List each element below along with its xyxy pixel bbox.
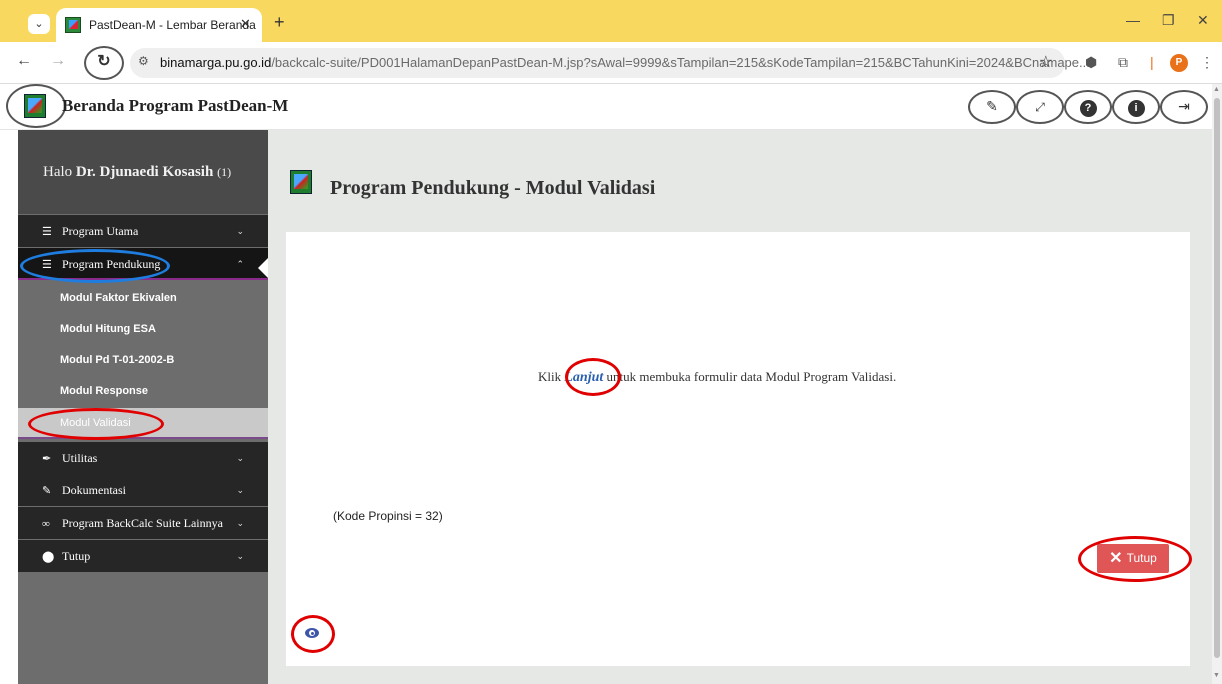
logout-button[interactable]: ⇥ (1160, 90, 1208, 124)
url-path: /backcalc-suite/PD001HalamanDepanPastDea… (271, 55, 1090, 70)
sidebar-item-label: Tutup (62, 549, 91, 563)
submenu-modul-response[interactable]: Modul Response (18, 376, 268, 407)
sidebar: Halo Dr. Djunaedi Kosasih (1) ☰ Program U… (18, 130, 268, 684)
app-title: Beranda Program PastDean-M (62, 96, 289, 115)
submenu-modul-pd-t-01-2002-b[interactable]: Modul Pd T-01-2002-B (18, 345, 268, 376)
page-title: Program Pendukung - Modul Validasi (330, 177, 656, 199)
chevron-down-icon: ⌄ (236, 485, 244, 495)
tab-favicon-icon (65, 17, 81, 33)
chevron-up-icon: ⌃ (236, 259, 244, 269)
url-field[interactable]: ⚙ binamarga.pu.go.id/backcalc-suite/PD00… (130, 48, 1090, 78)
back-arrow-icon[interactable]: ← (16, 52, 32, 70)
pencil-icon: ✎ (42, 485, 52, 497)
highlight-circle-lanjut (565, 358, 621, 396)
sidebar-item-program-backcalc[interactable]: ∞ Program BackCalc Suite Lainnya ⌄ (18, 507, 268, 539)
page-logo-icon (290, 170, 312, 194)
forward-arrow-icon[interactable]: → (50, 52, 66, 70)
sidebar-item-label: Program Utama (62, 224, 139, 238)
sidebar-item-label: Program BackCalc Suite Lainnya (62, 516, 223, 530)
active-menu-pointer (258, 258, 268, 278)
user-greeting: Halo Dr. Djunaedi Kosasih (1) (18, 130, 268, 214)
sidebar-item-dokumentasi[interactable]: ✎ Dokumentasi ⌄ (18, 474, 268, 506)
expand-icon: ⤢ (1035, 100, 1045, 114)
edit-button[interactable]: ✎ (968, 90, 1016, 124)
bookmark-star-icon[interactable]: ☆ (1039, 52, 1053, 72)
submenu-modul-faktor-ekivalen[interactable]: Modul Faktor Ekivalen (18, 283, 268, 314)
list-icon: ☰ (42, 226, 52, 238)
content-panel (286, 232, 1190, 666)
profile-avatar[interactable]: P (1170, 54, 1188, 72)
highlight-circle-tutup (1078, 536, 1192, 582)
sidebar-item-tutup[interactable]: ⬤ Tutup ⌄ (18, 540, 268, 572)
scroll-thumb[interactable] (1214, 98, 1220, 658)
sidebar-item-label: Dokumentasi (62, 483, 126, 497)
instruction-prefix: Klik (538, 369, 565, 384)
link-icon: ∞ (42, 518, 50, 530)
browser-tab[interactable]: PastDean-M - Lembar Beranda ✕ (56, 8, 262, 42)
app-logo-highlight[interactable] (6, 84, 66, 128)
chevron-down-icon: ⌄ (236, 551, 244, 561)
sidebar-item-utilitas[interactable]: ✒ Utilitas ⌄ (18, 442, 268, 474)
browser-tab-bar: ⌄ PastDean-M - Lembar Beranda ✕ + — ❐ ✕ (0, 0, 1222, 42)
sidebar-item-program-utama[interactable]: ☰ Program Utama ⌄ (18, 215, 268, 247)
divider: | (1150, 54, 1154, 70)
pencil-icon: ✎ (986, 98, 998, 114)
close-window-icon[interactable]: ✕ (1197, 12, 1209, 29)
user-count: (1) (217, 165, 232, 179)
tab-title: PastDean-M - Lembar Beranda (89, 18, 256, 32)
highlight-circle-program-pendukung (20, 249, 170, 283)
chevron-down-icon: ⌄ (236, 226, 244, 236)
restore-icon[interactable]: ❐ (1162, 12, 1175, 29)
app-logo-icon (24, 94, 46, 118)
instruction-suffix: untuk membuka formulir data Modul Progra… (603, 369, 897, 384)
info-button[interactable]: i (1112, 90, 1160, 124)
greeting-prefix: Halo (43, 164, 76, 180)
kebab-menu-icon[interactable]: ⋮ (1200, 54, 1214, 71)
scroll-up-icon[interactable]: ▲ (1213, 86, 1220, 93)
submenu-modul-hitung-esa[interactable]: Modul Hitung ESA (18, 314, 268, 345)
site-info-icon[interactable]: ⚙ (138, 54, 149, 68)
tab-search-chevron-icon[interactable]: ⌄ (28, 14, 50, 34)
minimize-icon[interactable]: — (1126, 12, 1140, 28)
fullscreen-button[interactable]: ⤢ (1016, 90, 1064, 124)
puzzle-extensions-icon[interactable]: ⧉ (1118, 54, 1128, 71)
circle-icon: ⬤ (42, 551, 55, 563)
scroll-down-icon[interactable]: ▼ (1213, 672, 1220, 679)
logout-icon: ⇥ (1178, 98, 1190, 114)
browser-address-bar: ← → ↻ ⚙ binamarga.pu.go.id/backcalc-suit… (0, 42, 1222, 84)
user-name: Dr. Djunaedi Kosasih (75, 164, 214, 180)
sidebar-item-label: Utilitas (62, 451, 98, 465)
url-text: binamarga.pu.go.id/backcalc-suite/PD001H… (160, 55, 1090, 70)
new-tab-icon[interactable]: + (274, 12, 285, 33)
highlight-circle-modul-validasi (28, 408, 164, 440)
feather-icon: ✒ (42, 453, 52, 465)
help-button[interactable]: ? (1064, 90, 1112, 124)
app-header: Beranda Program PastDean-M ✎ ⤢ ? i ⇥ (0, 84, 1212, 130)
tab-close-icon[interactable]: ✕ (240, 16, 251, 32)
chevron-down-icon: ⌄ (236, 453, 244, 463)
help-icon: ? (1079, 100, 1097, 117)
chevron-down-icon: ⌄ (236, 518, 244, 528)
reload-icon[interactable]: ↻ (84, 46, 124, 80)
url-host: binamarga.pu.go.id (160, 55, 272, 70)
page-scrollbar[interactable]: ▲ ▼ (1212, 84, 1222, 684)
info-icon: i (1127, 100, 1145, 117)
shield-extension-icon[interactable]: ⬢ (1085, 54, 1097, 71)
kode-propinsi-text: (Kode Propinsi = 32) (333, 509, 443, 523)
